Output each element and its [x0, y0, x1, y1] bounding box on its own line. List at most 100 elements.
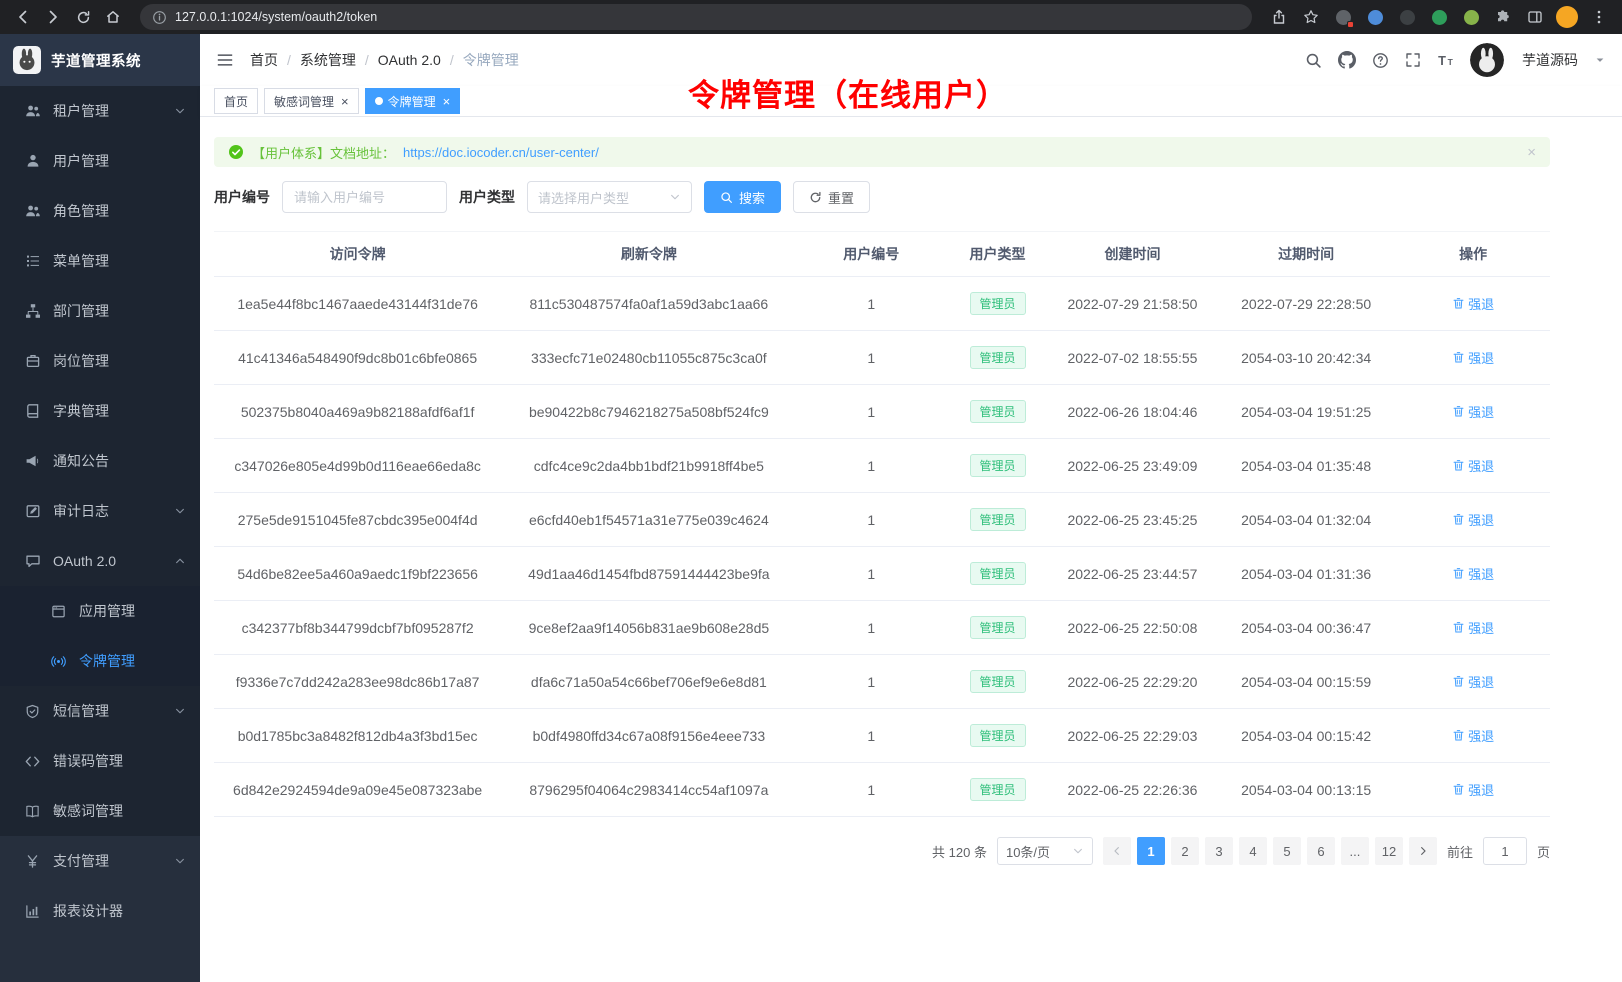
- sidebar-item[interactable]: 字典管理: [0, 386, 200, 436]
- chevron-down-icon: [174, 105, 186, 117]
- tab-item[interactable]: 令牌管理×: [365, 88, 461, 114]
- goto-page-input[interactable]: [1483, 837, 1527, 865]
- reset-button[interactable]: 重置: [793, 181, 870, 213]
- page-button[interactable]: 2: [1171, 837, 1199, 865]
- user-type-placeholder: 请选择用户类型: [538, 188, 629, 207]
- search-button-label: 搜索: [739, 188, 765, 207]
- force-logout-button[interactable]: 强退: [1452, 780, 1494, 799]
- sidebar-item[interactable]: 应用管理: [0, 586, 200, 636]
- page-button[interactable]: 4: [1239, 837, 1267, 865]
- profile-avatar[interactable]: [1554, 4, 1580, 30]
- share-icon[interactable]: [1266, 4, 1292, 30]
- sidebar-item[interactable]: 部门管理: [0, 286, 200, 336]
- force-logout-button[interactable]: 强退: [1452, 618, 1494, 637]
- sidebar-item[interactable]: 菜单管理: [0, 236, 200, 286]
- user-id-cell: 1: [796, 493, 946, 547]
- action-cell: 强退: [1396, 277, 1550, 331]
- user-type-select[interactable]: 请选择用户类型: [527, 181, 692, 213]
- page-size-select[interactable]: 10条/页: [997, 837, 1093, 865]
- sidebar-item[interactable]: 支付管理: [0, 836, 200, 886]
- collapse-sidebar-icon[interactable]: [216, 51, 234, 69]
- sidebar-menu: 租户管理用户管理角色管理菜单管理部门管理岗位管理字典管理通知公告审计日志OAut…: [0, 86, 200, 982]
- user-type-badge: 管理员: [970, 400, 1026, 423]
- force-logout-label: 强退: [1468, 510, 1494, 529]
- home-icon[interactable]: [100, 4, 126, 30]
- force-logout-button[interactable]: 强退: [1452, 294, 1494, 313]
- page-button[interactable]: 12: [1375, 837, 1403, 865]
- tab-item[interactable]: 敏感词管理×: [264, 88, 359, 114]
- tab-close-icon[interactable]: ×: [341, 95, 349, 108]
- forward-icon[interactable]: [40, 4, 66, 30]
- table-row: 41c41346a548490f9dc8b01c6bfe0865333ecfc7…: [214, 331, 1550, 385]
- sidebar-item[interactable]: 审计日志: [0, 486, 200, 536]
- next-page-button[interactable]: [1409, 837, 1437, 865]
- search-button[interactable]: 搜索: [704, 181, 781, 213]
- alert-doc-link[interactable]: https://doc.iocoder.cn/user-center/: [403, 145, 599, 160]
- sidebar-item[interactable]: 通知公告: [0, 436, 200, 486]
- extension-dark-icon[interactable]: [1394, 4, 1420, 30]
- reload-icon[interactable]: [70, 4, 96, 30]
- breadcrumb-item[interactable]: OAuth 2.0: [378, 52, 441, 68]
- tab-item[interactable]: 首页: [214, 88, 258, 114]
- sidebar-item[interactable]: 角色管理: [0, 186, 200, 236]
- force-logout-button[interactable]: 强退: [1452, 672, 1494, 691]
- sidebar-item[interactable]: 租户管理: [0, 86, 200, 136]
- force-logout-button[interactable]: 强退: [1452, 726, 1494, 745]
- extension-olive-icon[interactable]: [1458, 4, 1484, 30]
- caret-down-icon[interactable]: [1594, 54, 1606, 66]
- url-bar[interactable]: 127.0.0.1:1024/system/oauth2/token: [140, 4, 1252, 30]
- search-form: 用户编号 用户类型 请选择用户类型 搜索 重置: [214, 181, 1550, 213]
- pagination: 共 120 条 10条/页 123456...12 前往 页: [214, 837, 1550, 885]
- sidebar-item[interactable]: 错误码管理: [0, 736, 200, 786]
- browser-menu-icon[interactable]: [1586, 4, 1612, 30]
- font-size-icon[interactable]: TT: [1437, 52, 1454, 69]
- sidebar-item[interactable]: 岗位管理: [0, 336, 200, 386]
- back-icon[interactable]: [10, 4, 36, 30]
- close-icon[interactable]: ×: [1527, 145, 1536, 160]
- page-button[interactable]: 1: [1137, 837, 1165, 865]
- app-logo[interactable]: 芋道管理系统: [0, 34, 200, 86]
- user-id-input[interactable]: [282, 181, 447, 213]
- trash-icon: [1452, 405, 1465, 418]
- created-at-cell: 2022-07-29 21:58:50: [1049, 277, 1216, 331]
- force-logout-button[interactable]: 强退: [1452, 510, 1494, 529]
- success-check-icon: [228, 144, 244, 160]
- force-logout-button[interactable]: 强退: [1452, 564, 1494, 583]
- page-button[interactable]: 5: [1273, 837, 1301, 865]
- search-icon[interactable]: [1305, 52, 1322, 69]
- sidebar-item[interactable]: 令牌管理: [0, 636, 200, 686]
- page-ellipsis[interactable]: ...: [1341, 837, 1369, 865]
- fullscreen-icon[interactable]: [1405, 52, 1421, 68]
- extensions-puzzle-icon[interactable]: [1490, 4, 1516, 30]
- force-logout-button[interactable]: 强退: [1452, 402, 1494, 421]
- sidebar-item[interactable]: OAuth 2.0: [0, 536, 200, 586]
- refresh-token-cell: be90422b8c7946218275a508bf524fc9: [501, 385, 796, 439]
- sidebar-item-label: 字典管理: [53, 401, 109, 421]
- refresh-token-cell: b0df4980ffd34c67a08f9156e4eee733: [501, 709, 796, 763]
- doc-alert: 【用户体系】文档地址： https://doc.iocoder.cn/user-…: [214, 137, 1550, 167]
- sidebar-item[interactable]: 用户管理: [0, 136, 200, 186]
- extension-badge-icon[interactable]: [1330, 4, 1356, 30]
- breadcrumb-item[interactable]: 首页: [250, 50, 278, 70]
- extension-blue-icon[interactable]: [1362, 4, 1388, 30]
- bookmark-star-icon[interactable]: [1298, 4, 1324, 30]
- sidebar-item[interactable]: 敏感词管理: [0, 786, 200, 836]
- extension-green-icon[interactable]: [1426, 4, 1452, 30]
- github-icon[interactable]: [1338, 51, 1356, 69]
- prev-page-button[interactable]: [1103, 837, 1131, 865]
- side-panel-icon[interactable]: [1522, 4, 1548, 30]
- page-button[interactable]: 6: [1307, 837, 1335, 865]
- breadcrumb-item[interactable]: 系统管理: [300, 50, 356, 70]
- user-id-cell: 1: [796, 601, 946, 655]
- page-button[interactable]: 3: [1205, 837, 1233, 865]
- chevron-down-icon: [174, 705, 186, 717]
- logo-image: [13, 46, 41, 74]
- sidebar-item[interactable]: 短信管理: [0, 686, 200, 736]
- help-icon[interactable]: [1372, 52, 1389, 69]
- sidebar-item[interactable]: 报表设计器: [0, 886, 200, 936]
- force-logout-button[interactable]: 强退: [1452, 456, 1494, 475]
- tab-close-icon[interactable]: ×: [443, 95, 451, 108]
- site-info-icon[interactable]: [152, 10, 167, 25]
- user-avatar[interactable]: [1470, 43, 1504, 77]
- force-logout-button[interactable]: 强退: [1452, 348, 1494, 367]
